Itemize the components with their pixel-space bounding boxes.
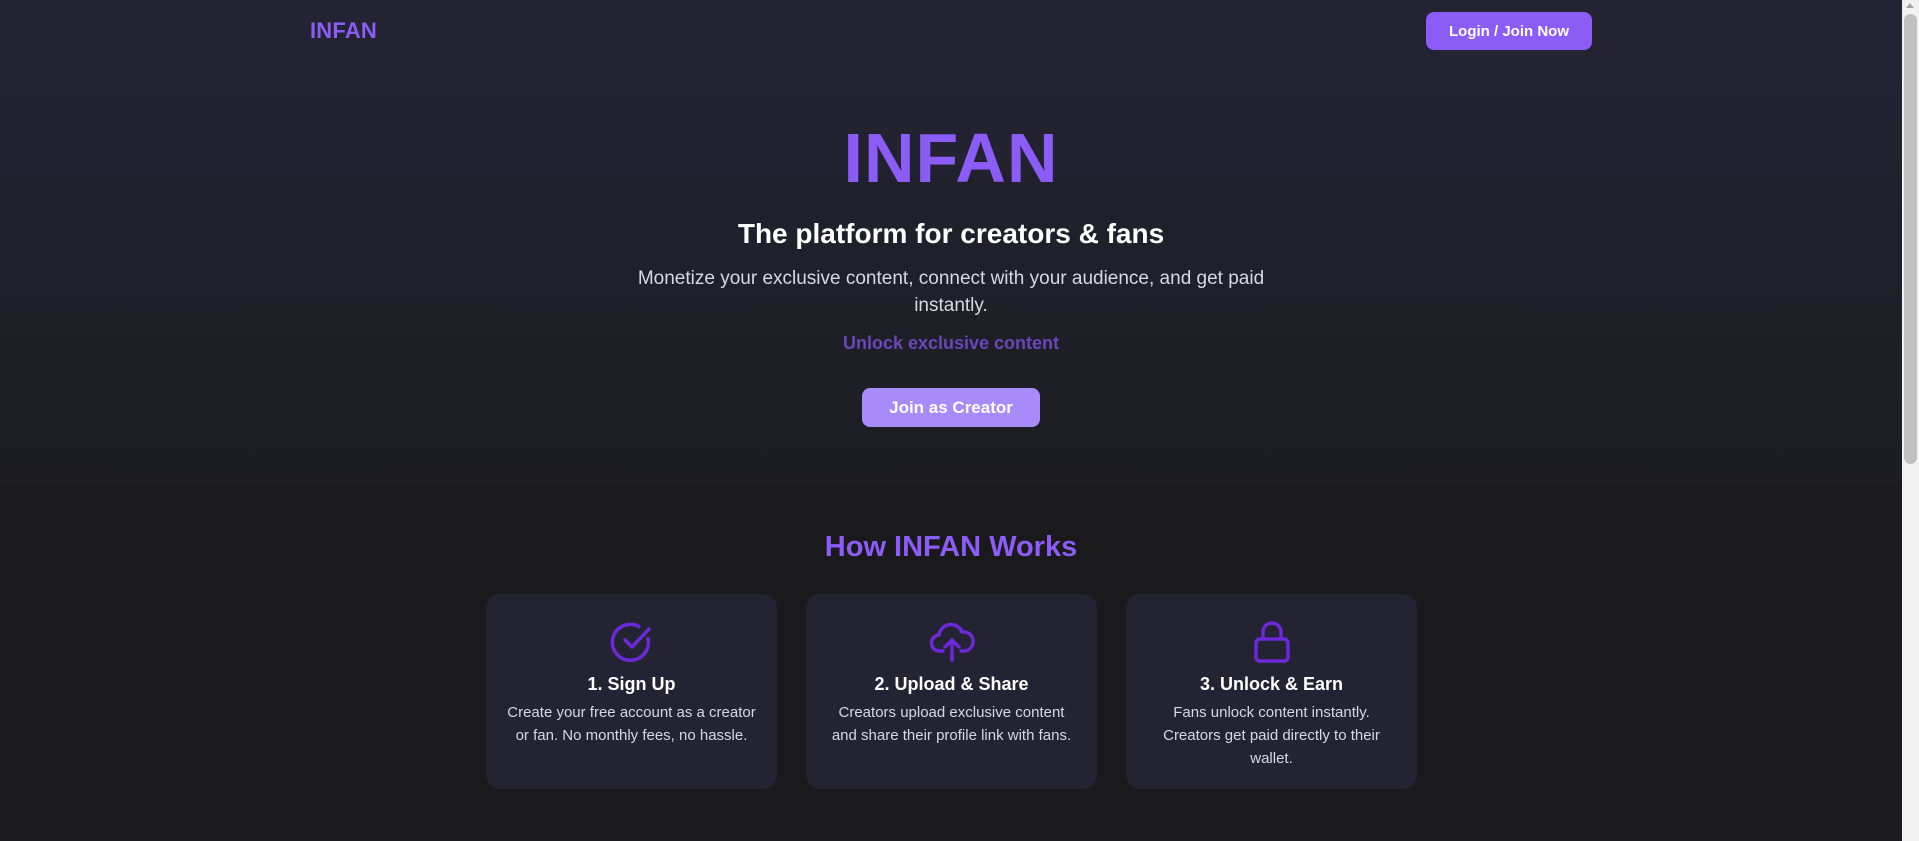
join-as-creator-button[interactable]: Join as Creator xyxy=(862,388,1040,427)
step-title: 3. Unlock & Earn xyxy=(1199,674,1344,694)
step-description: Creators upload exclusive content and sh… xyxy=(831,704,1072,744)
logo[interactable]: INFAN xyxy=(310,18,377,44)
vertical-scrollbar[interactable] xyxy=(1902,0,1919,841)
scrollbar-thumb[interactable] xyxy=(1904,14,1917,464)
step-card-unlock-earn: 3. Unlock & Earn Fans unlock content ins… xyxy=(1126,594,1417,789)
page: INFAN Login / Join Now INFAN The platfor… xyxy=(0,0,1902,841)
scroll-up-arrow-icon[interactable] xyxy=(1906,3,1914,8)
how-it-works-title: How INFAN Works xyxy=(824,531,1078,563)
cloud-upload-icon xyxy=(929,622,975,662)
step-title: 1. Sign Up xyxy=(587,674,676,694)
hero-section: INFAN The platform for creators & fans M… xyxy=(0,65,1902,486)
hero-tagline: Unlock exclusive content xyxy=(842,333,1060,353)
step-card-upload-share: 2. Upload & Share Creators upload exclus… xyxy=(806,594,1097,789)
how-it-works-section: How INFAN Works 1. Sign Up Create your f… xyxy=(0,486,1902,841)
step-description: Create your free account as a creator or… xyxy=(507,704,756,744)
hero-description: Monetize your exclusive content, connect… xyxy=(637,268,1265,316)
hero-title: INFAN xyxy=(843,119,1059,197)
step-description: Fans unlock content instantly. Creators … xyxy=(1163,704,1380,767)
top-nav: INFAN Login / Join Now xyxy=(0,0,1902,65)
step-title: 2. Upload & Share xyxy=(874,674,1029,694)
login-join-button[interactable]: Login / Join Now xyxy=(1426,12,1592,50)
step-card-sign-up: 1. Sign Up Create your free account as a… xyxy=(486,594,777,789)
lock-icon xyxy=(1253,621,1290,663)
check-circle-icon xyxy=(610,622,651,663)
hero-subtitle: The platform for creators & fans xyxy=(737,218,1165,249)
